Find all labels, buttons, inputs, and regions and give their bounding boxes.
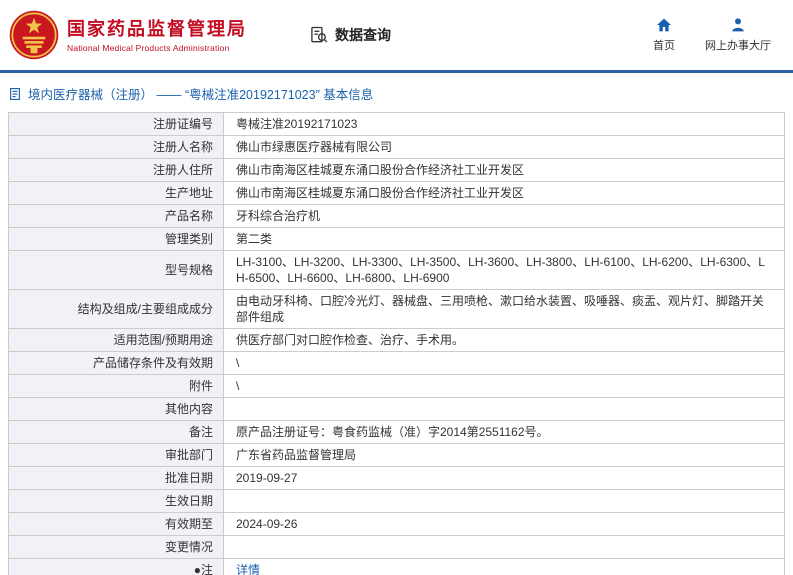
row-label: 有效期至 bbox=[8, 512, 224, 536]
table-row: 产品储存条件及有效期 \ bbox=[8, 351, 785, 375]
row-value: 详情 bbox=[223, 558, 785, 575]
site-logo[interactable]: 国家药品监督管理局 National Medical Products Admi… bbox=[8, 9, 247, 61]
row-label: 生产地址 bbox=[8, 181, 224, 205]
row-value: LH-3100、LH-3200、LH-3300、LH-3500、LH-3600、… bbox=[223, 250, 785, 290]
table-row: 注册证编号 粤械注准20192171023 bbox=[8, 112, 785, 136]
info-table: 注册证编号 粤械注准20192171023 注册人名称 佛山市绿惠医疗器械有限公司 注册… bbox=[8, 112, 785, 575]
row-label: 批准日期 bbox=[8, 466, 224, 490]
row-value: \ bbox=[223, 351, 785, 375]
data-query-icon bbox=[309, 25, 329, 45]
table-row: 审批部门 广东省药品监督管理局 bbox=[8, 443, 785, 467]
row-value: 由电动牙科椅、口腔冷光灯、器械盘、三用喷枪、漱口给水装置、吸唾器、痰盂、观片灯、… bbox=[223, 289, 785, 329]
data-query-label: 数据查询 bbox=[335, 27, 391, 43]
table-row: ●注 详情 bbox=[8, 558, 785, 575]
person-icon bbox=[730, 17, 746, 33]
row-label: 产品储存条件及有效期 bbox=[8, 351, 224, 375]
table-row: 注册人名称 佛山市绿惠医疗器械有限公司 bbox=[8, 135, 785, 159]
row-label: 审批部门 bbox=[8, 443, 224, 467]
row-value: 2024-09-26 bbox=[223, 512, 785, 536]
org-name-en: National Medical Products Administration bbox=[67, 42, 230, 53]
table-row: 型号规格 LH-3100、LH-3200、LH-3300、LH-3500、LH-3… bbox=[8, 250, 785, 290]
table-row: 有效期至 2024-09-26 bbox=[8, 512, 785, 536]
table-row: 产品名称 牙科综合治疗机 bbox=[8, 204, 785, 228]
site-header: 国家药品监督管理局 National Medical Products Admi… bbox=[0, 0, 793, 70]
org-name-cn: 国家药品监督管理局 bbox=[67, 18, 247, 39]
breadcrumb: 境内医疗器械（注册） —— “粤械注准20192171023” 基本信息 bbox=[0, 73, 793, 112]
table-row: 生产地址 佛山市南海区桂城夏东涌口股份合作经济社工业开发区 bbox=[8, 181, 785, 205]
detail-link[interactable]: 详情 bbox=[236, 563, 260, 575]
row-value: 佛山市南海区桂城夏东涌口股份合作经济社工业开发区 bbox=[223, 181, 785, 205]
row-value: 佛山市绿惠医疗器械有限公司 bbox=[223, 135, 785, 159]
nav-home[interactable]: 首页 bbox=[653, 17, 675, 53]
breadcrumb-text: 境内医疗器械（注册） —— “粤械注准20192171023” 基本信息 bbox=[28, 88, 374, 102]
table-row: 结构及组成/主要组成成分 由电动牙科椅、口腔冷光灯、器械盘、三用喷枪、漱口给水装置… bbox=[8, 289, 785, 329]
national-emblem-icon bbox=[8, 9, 60, 61]
row-label: 型号规格 bbox=[8, 250, 224, 290]
row-value: 佛山市南海区桂城夏东涌口股份合作经济社工业开发区 bbox=[223, 158, 785, 182]
row-label: 管理类别 bbox=[8, 227, 224, 251]
row-label: 结构及组成/主要组成成分 bbox=[8, 289, 224, 329]
row-value: 粤械注准20192171023 bbox=[223, 112, 785, 136]
row-value: 2019-09-27 bbox=[223, 466, 785, 490]
row-value: 牙科综合治疗机 bbox=[223, 204, 785, 228]
page: 国家药品监督管理局 National Medical Products Admi… bbox=[0, 0, 793, 575]
row-value: 原产品注册证号：粤食药监械（准）字2014第2551162号。 bbox=[223, 420, 785, 444]
row-value bbox=[223, 489, 785, 513]
row-label: 变更情况 bbox=[8, 535, 224, 559]
document-icon bbox=[8, 87, 22, 101]
table-row: 批准日期 2019-09-27 bbox=[8, 466, 785, 490]
table-row: 注册人住所 佛山市南海区桂城夏东涌口股份合作经济社工业开发区 bbox=[8, 158, 785, 182]
table-row: 适用范围/预期用途 供医疗部门对口腔作检查、治疗、手术用。 bbox=[8, 328, 785, 352]
row-value: \ bbox=[223, 374, 785, 398]
table-row: 其他内容 bbox=[8, 397, 785, 421]
row-label: 其他内容 bbox=[8, 397, 224, 421]
table-row: 附件 \ bbox=[8, 374, 785, 398]
row-label: ●注 bbox=[8, 558, 224, 575]
data-query-title: 数据查询 bbox=[309, 25, 391, 45]
table-row: 备注 原产品注册证号：粤食药监械（准）字2014第2551162号。 bbox=[8, 420, 785, 444]
nav-hall-label: 网上办事大厅 bbox=[705, 40, 771, 52]
nav-home-label: 首页 bbox=[653, 40, 675, 52]
nav-service-hall[interactable]: 网上办事大厅 bbox=[705, 17, 771, 53]
top-nav: 首页 网上办事大厅 bbox=[653, 17, 777, 53]
row-value: 第二类 bbox=[223, 227, 785, 251]
row-value: 广东省药品监督管理局 bbox=[223, 443, 785, 467]
home-icon bbox=[656, 17, 672, 33]
row-label: 注册人名称 bbox=[8, 135, 224, 159]
row-label: 产品名称 bbox=[8, 204, 224, 228]
row-value bbox=[223, 397, 785, 421]
brand-text: 国家药品监督管理局 National Medical Products Admi… bbox=[67, 18, 247, 53]
row-label: 附件 bbox=[8, 374, 224, 398]
row-label: 备注 bbox=[8, 420, 224, 444]
table-row: 管理类别 第二类 bbox=[8, 227, 785, 251]
row-label: 适用范围/预期用途 bbox=[8, 328, 224, 352]
row-label: 注册人住所 bbox=[8, 158, 224, 182]
row-value: 供医疗部门对口腔作检查、治疗、手术用。 bbox=[223, 328, 785, 352]
row-label: 注册证编号 bbox=[8, 112, 224, 136]
row-label: 生效日期 bbox=[8, 489, 224, 513]
table-row: 变更情况 bbox=[8, 535, 785, 559]
info-table-body: 注册证编号 粤械注准20192171023 注册人名称 佛山市绿惠医疗器械有限公司 注册… bbox=[8, 112, 785, 575]
table-row: 生效日期 bbox=[8, 489, 785, 513]
row-value bbox=[223, 535, 785, 559]
